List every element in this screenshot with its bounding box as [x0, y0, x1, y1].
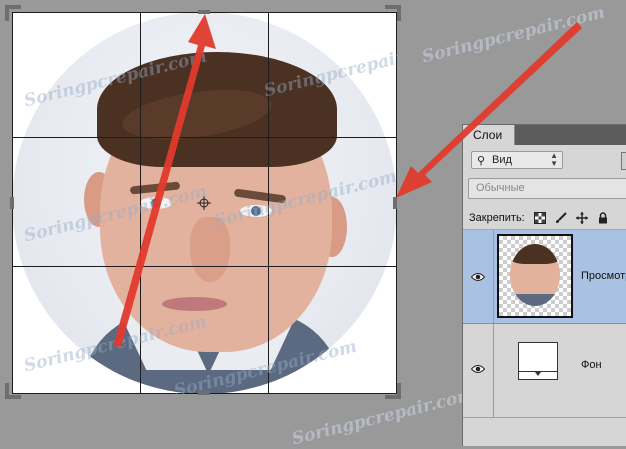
lock-row: Закрепить:: [469, 209, 609, 227]
transform-handle-bottom[interactable]: [198, 391, 210, 395]
move-lock-icon[interactable]: [575, 212, 588, 225]
layer-row-preview[interactable]: Просмотр: [463, 230, 626, 324]
spinner-icon: ▲ ▼: [550, 151, 558, 168]
layer-row-background[interactable]: Фон: [463, 324, 626, 418]
layer-name[interactable]: Фон: [581, 359, 602, 371]
layer-filter-value: Вид: [492, 154, 512, 166]
eye-icon[interactable]: [471, 364, 485, 374]
transform-handle-bottom-left[interactable]: [5, 383, 21, 399]
layers-panel: Слои ⚲ Вид ▲ ▼ Обычные Закрепить: Просмо…: [462, 124, 626, 446]
crosshair-icon[interactable]: [197, 196, 211, 210]
checker-lock-icon[interactable]: [533, 212, 546, 225]
transform-handle-top-left[interactable]: [5, 5, 21, 21]
document-canvas[interactable]: Soringpcrepair.com Soringpcrepair.com So…: [12, 12, 397, 394]
thumbnail-marker: [535, 372, 541, 376]
layer-name[interactable]: Просмотр: [581, 270, 626, 282]
thumbnail-shirt: [510, 294, 560, 306]
search-icon: ⚲: [477, 155, 486, 167]
padlock-icon[interactable]: [597, 212, 609, 224]
tab-layers[interactable]: Слои: [463, 125, 515, 145]
layer-filter-select[interactable]: ⚲ Вид ▲ ▼: [471, 151, 563, 169]
transform-handle-left[interactable]: [10, 197, 14, 209]
layer-thumbnail-background: [518, 342, 558, 380]
transform-handle-right[interactable]: [393, 197, 397, 209]
watermark: Soringpcrepair.com: [290, 384, 477, 449]
transform-handle-top-right[interactable]: [385, 5, 401, 21]
thumbnail-hair: [510, 244, 560, 264]
panel-tab-bar: [515, 125, 626, 145]
eye-icon[interactable]: [471, 272, 485, 282]
thumbnail-face: [510, 244, 560, 306]
filter-image-icon[interactable]: [621, 152, 626, 170]
layer-thumbnail-preview: [497, 234, 573, 318]
watermark: Soringpcrepair.com: [420, 2, 607, 68]
transform-handle-bottom-right[interactable]: [385, 383, 401, 399]
brush-lock-icon[interactable]: [555, 212, 567, 224]
blend-mode-select[interactable]: Обычные: [468, 178, 626, 199]
lock-label: Закрепить:: [469, 212, 525, 224]
transform-handle-top[interactable]: [198, 10, 210, 14]
